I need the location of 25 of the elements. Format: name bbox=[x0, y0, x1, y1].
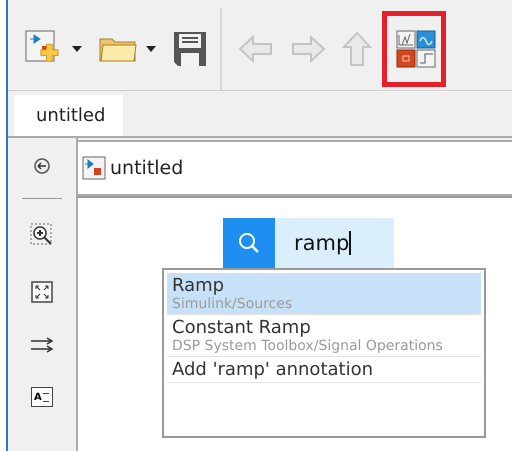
annotation-icon[interactable]: A bbox=[31, 387, 53, 407]
result-title: Constant Ramp bbox=[172, 317, 312, 338]
block-grid-icon bbox=[394, 29, 438, 69]
fit-to-view-icon[interactable] bbox=[31, 281, 53, 303]
result-title: Ramp bbox=[172, 275, 226, 296]
tab[interactable]: untitled bbox=[14, 95, 124, 136]
search-field[interactable]: ramp bbox=[275, 218, 394, 268]
zoom-icon[interactable] bbox=[30, 223, 54, 247]
back-icon[interactable] bbox=[34, 158, 50, 174]
save-icon bbox=[172, 30, 208, 68]
result-item[interactable]: Constant Ramp DSP System Toolbox/Signal Operations bbox=[167, 315, 481, 357]
caret-icon bbox=[72, 46, 82, 52]
result-path: DSP System Toolbox/Signal Operations bbox=[172, 338, 444, 354]
forward-arrow-icon bbox=[290, 34, 326, 64]
back-arrow-icon bbox=[238, 34, 274, 64]
breadcrumb-link[interactable]: untitled bbox=[110, 157, 184, 179]
caret-icon bbox=[146, 46, 156, 52]
result-title: Add 'ramp' annotation bbox=[172, 359, 374, 380]
result-item[interactable]: Ramp Simulink/Sources bbox=[167, 273, 481, 315]
library-browser-button[interactable] bbox=[382, 11, 446, 87]
up-arrow-icon bbox=[342, 31, 372, 67]
result-item[interactable]: Add 'ramp' annotation bbox=[167, 357, 481, 383]
result-path: Simulink/Sources bbox=[172, 296, 294, 312]
arrows-icon[interactable] bbox=[30, 337, 54, 353]
model-icon bbox=[82, 156, 106, 180]
